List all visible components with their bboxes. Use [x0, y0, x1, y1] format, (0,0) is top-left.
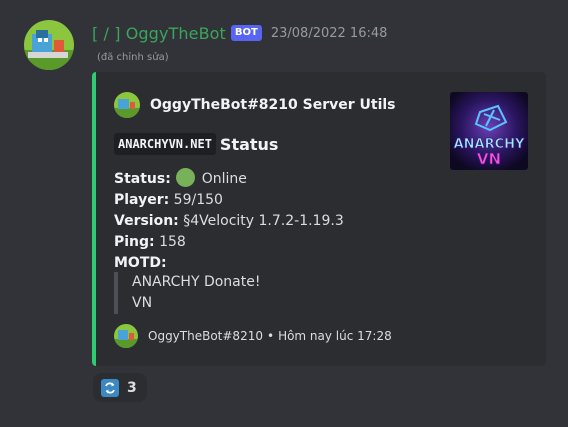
reaction-count: 3	[127, 379, 137, 396]
timestamp[interactable]: 23/08/2022 16:48	[271, 26, 388, 41]
field-version: Version: §4Velocity 1.7.2-1.19.3	[114, 211, 344, 232]
motd-line: ANARCHY Donate!	[132, 274, 261, 290]
field-status: Status: Online	[114, 168, 344, 190]
avatar[interactable]	[24, 20, 74, 70]
field-motd: MOTD:	[114, 253, 344, 274]
thumbnail-text-2: VN	[477, 150, 501, 168]
field-player-value: 59/150	[173, 192, 223, 208]
message-header: [ / ] OggyTheBot BOT 23/08/2022 16:48	[92, 22, 387, 44]
author-avatar-icon	[114, 92, 140, 118]
green-circle-icon	[176, 168, 196, 187]
field-motd-label: MOTD:	[114, 255, 167, 271]
bot-badge: BOT	[230, 25, 262, 41]
repeat-arrows-icon	[101, 378, 119, 397]
reaction-button[interactable]: 3	[93, 373, 147, 402]
embed-footer: OggyTheBot#8210 • Hôm nay lúc 17:28	[114, 324, 392, 348]
username[interactable]: [ / ] OggyTheBot	[92, 24, 226, 43]
embed-fields: Status: Online Player: 59/150 Version: §…	[114, 168, 344, 274]
field-ping-value: 158	[159, 234, 186, 250]
embed-author-name: OggyTheBot#8210 Server Utils	[150, 97, 396, 113]
embed-title-code: ANARCHYVN.NET	[114, 133, 216, 155]
embed-card: OggyTheBot#8210 Server Utils ANARCHYVN.N…	[92, 72, 546, 366]
footer-separator: •	[266, 329, 275, 343]
motd-quote: ANARCHY Donate! VN	[114, 272, 260, 314]
field-status-value: Online	[201, 171, 247, 187]
footer-time: Hôm nay lúc 17:28	[278, 329, 392, 343]
edited-label: (đã chỉnh sửa)	[97, 52, 169, 63]
embed-title-text: Status	[219, 134, 279, 154]
embed-thumbnail[interactable]: ANARCHY VN	[450, 92, 528, 170]
field-version-value: §4Velocity 1.7.2-1.19.3	[183, 213, 344, 229]
field-version-label: Version:	[114, 213, 179, 229]
field-player: Player: 59/150	[114, 190, 344, 211]
field-status-label: Status:	[114, 171, 171, 187]
motd-line: VN	[132, 295, 153, 311]
field-player-label: Player:	[114, 192, 170, 208]
footer-name: OggyTheBot#8210	[148, 329, 263, 343]
embed-title: ANARCHYVN.NET Status	[114, 133, 278, 155]
field-ping-label: Ping:	[114, 234, 155, 250]
footer-avatar-icon	[114, 324, 138, 348]
field-ping: Ping: 158	[114, 232, 344, 253]
embed-author: OggyTheBot#8210 Server Utils	[114, 92, 396, 118]
